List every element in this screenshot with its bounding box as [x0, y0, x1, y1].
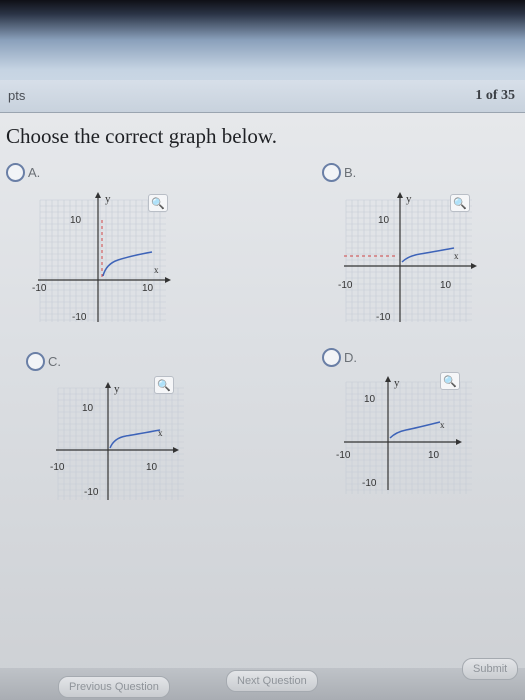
graph-b-x-arrow [471, 263, 477, 269]
option-b-label: B. [344, 165, 357, 180]
graph-b-y-arrow [397, 192, 403, 198]
option-d[interactable]: D. [322, 348, 357, 367]
question-header: pts 1 of 35 [0, 80, 525, 113]
graph-a-y-label: y [105, 193, 111, 205]
graph-b-zoom-button[interactable]: 🔍 [450, 194, 470, 212]
graph-b-tick-neg-y: -10 [376, 312, 391, 323]
option-d-radio[interactable] [322, 348, 341, 367]
graph-a-tick-neg-y: -10 [72, 312, 87, 323]
graph-a-tick-pos-x: 10 [142, 283, 154, 294]
graph-d-tick-pos-x: 10 [428, 450, 440, 461]
graph-b-y-label: y [406, 193, 412, 205]
magnifier-icon: 🔍 [157, 379, 171, 392]
previous-question-button[interactable]: Previous Question [58, 676, 170, 698]
graph-c-x-label: x [158, 428, 163, 438]
option-b-radio[interactable] [322, 163, 341, 182]
option-d-label: D. [344, 350, 357, 365]
option-b[interactable]: B. [322, 163, 356, 182]
magnifier-icon: 🔍 [443, 375, 457, 388]
magnifier-icon: 🔍 [453, 197, 467, 210]
option-a-label: A. [28, 165, 41, 180]
option-c-radio[interactable] [26, 352, 45, 371]
graph-c-zoom-button[interactable]: 🔍 [154, 376, 174, 394]
option-a[interactable]: A. [6, 163, 40, 182]
graph-b-grid [345, 199, 472, 322]
graph-c-curve [109, 429, 161, 449]
graph-c-tick-pos-y: 10 [82, 403, 94, 414]
graph-a-y-arrow [95, 192, 101, 198]
graph-c-tick-neg-x: -10 [50, 462, 65, 473]
next-question-button[interactable]: Next Question [226, 670, 318, 692]
graph-a-curve [102, 251, 153, 277]
graph-a-x-label: x [154, 265, 159, 275]
graph-a-zoom-button[interactable]: 🔍 [148, 194, 168, 212]
points-label: pts [8, 88, 26, 103]
graph-d-tick-pos-y: 10 [364, 394, 376, 405]
graph-a-grid [39, 199, 166, 322]
graph-d-x-arrow [456, 439, 462, 445]
graph-d-tick-neg-y: -10 [362, 478, 377, 489]
graph-c: y x 10 -10 -10 10 [50, 382, 184, 500]
graph-b-tick-pos-y: 10 [378, 215, 390, 226]
graph-b-tick-neg-x: -10 [338, 280, 353, 291]
graph-c-grid [57, 387, 184, 500]
graph-a-tick-pos-y: 10 [70, 215, 82, 226]
graph-c-y-arrow [105, 382, 111, 388]
question-text: Choose the correct graph below. [6, 124, 277, 148]
graph-a-x-arrow [165, 277, 171, 283]
submit-button[interactable]: Submit [462, 658, 519, 680]
graph-c-tick-neg-y: -10 [84, 487, 99, 498]
magnifier-icon: 🔍 [151, 197, 165, 210]
option-c-label: C. [48, 354, 61, 369]
graph-c-tick-pos-x: 10 [146, 462, 158, 473]
option-c[interactable]: C. [26, 352, 61, 371]
graph-b-tick-pos-x: 10 [440, 280, 452, 291]
graph-d: y x 10 -10 -10 10 [336, 376, 472, 494]
graph-d-y-label: y [394, 377, 400, 389]
graph-d-x-label: x [440, 420, 445, 430]
graph-b-x-label: x [454, 251, 459, 261]
browser-top-band [0, 0, 525, 85]
graph-d-y-arrow [385, 376, 391, 382]
option-a-radio[interactable] [6, 163, 25, 182]
graph-c-y-label: y [114, 383, 120, 395]
graph-a-tick-neg-x: -10 [32, 283, 47, 294]
question-counter: 1 of 35 [475, 88, 515, 103]
graph-d-tick-neg-x: -10 [336, 450, 351, 461]
graph-d-zoom-button[interactable]: 🔍 [440, 372, 460, 390]
